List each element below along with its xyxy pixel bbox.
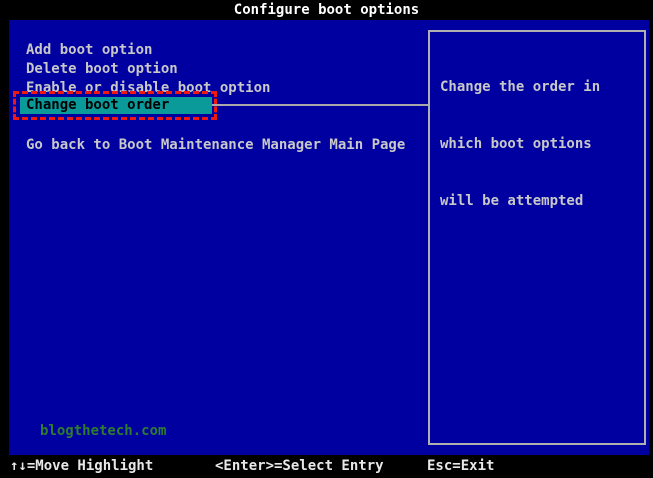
menu-item-change-boot-order[interactable]: Change boot order xyxy=(20,97,212,114)
help-text-line: which boot options xyxy=(440,135,600,154)
help-panel: Change the order in which boot options w… xyxy=(428,30,646,445)
bios-screen: Add boot option Delete boot option Enabl… xyxy=(9,20,649,455)
help-text-line: will be attempted xyxy=(440,192,600,211)
watermark: blogthetech.com xyxy=(40,423,166,439)
help-text: Change the order in which boot options w… xyxy=(440,40,600,249)
menu-item-go-back[interactable]: Go back to Boot Maintenance Manager Main… xyxy=(26,137,405,154)
help-text-line: Change the order in xyxy=(440,78,600,97)
hint-esc-exit: Esc=Exit xyxy=(427,458,494,475)
footer-bar: ↑↓=Move Highlight <Enter>=Select Entry E… xyxy=(0,455,653,478)
menu-item-enable-disable-boot-option[interactable]: Enable or disable boot option xyxy=(26,80,270,97)
help-connector-line xyxy=(212,104,429,106)
menu-item-delete-boot-option[interactable]: Delete boot option xyxy=(26,61,178,78)
hint-move-highlight: ↑↓=Move Highlight xyxy=(10,458,153,475)
screen-title: Configure boot options xyxy=(0,0,653,20)
hint-select-entry: <Enter>=Select Entry xyxy=(215,458,384,475)
menu-item-add-boot-option[interactable]: Add boot option xyxy=(26,42,152,59)
